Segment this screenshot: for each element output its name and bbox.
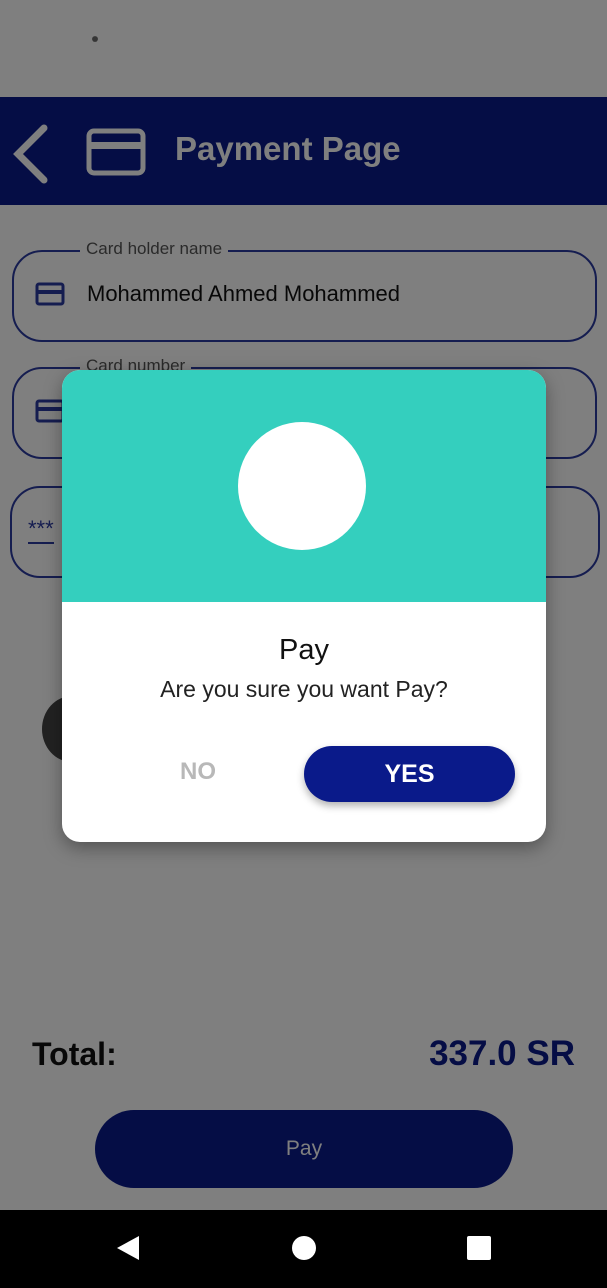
system-nav-bar (0, 1210, 607, 1288)
nav-back-icon[interactable] (115, 1234, 141, 1262)
no-button[interactable]: NO (158, 758, 238, 786)
dialog-icon-circle (238, 422, 366, 550)
yes-button[interactable]: YES (304, 746, 515, 802)
nav-recents-icon[interactable] (467, 1236, 491, 1260)
dialog-title: Pay (279, 634, 329, 666)
nav-home-icon[interactable] (292, 1236, 316, 1260)
dialog-message: Are you sure you want Pay? (160, 676, 448, 702)
confirm-dialog: Pay Are you sure you want Pay? NO YES (62, 370, 546, 842)
